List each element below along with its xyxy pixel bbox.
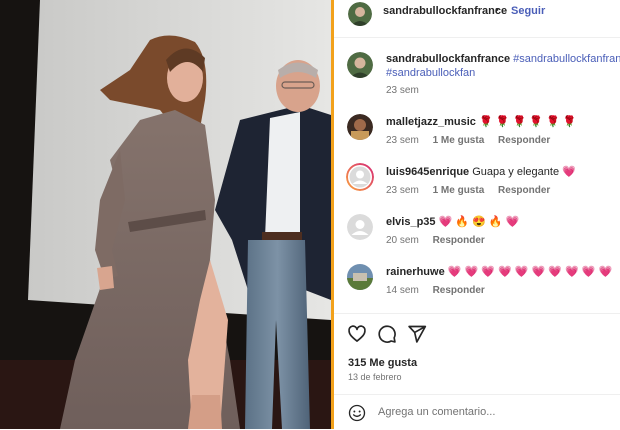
commenter-avatar[interactable]	[347, 214, 373, 240]
comment-meta: 20 sem Responder	[386, 235, 496, 246]
post-actions: 315 Me gusta	[334, 313, 620, 374]
commenter-avatar[interactable]	[347, 264, 373, 290]
comment-text: Guapa y elegante 💗	[472, 166, 576, 178]
comment-username[interactable]: luis9645enrique	[386, 166, 469, 178]
reply-button[interactable]: Responder	[433, 285, 485, 296]
reply-button[interactable]: Responder	[498, 185, 550, 196]
add-comment-bar: Agrega un comentario...	[334, 394, 620, 430]
share-send-icon[interactable]	[407, 324, 427, 344]
comment-line: rainerhuwe 💗 💗 💗 💗 💗 💗 💗 💗 💗 💗	[386, 266, 612, 279]
commenter-avatar[interactable]	[346, 163, 374, 191]
caption-line-2: #sandrabullockfan	[386, 67, 475, 80]
follow-button[interactable]: Seguir	[511, 5, 545, 17]
comment-username[interactable]: malletjazz_music	[386, 116, 476, 128]
caption-hashtag[interactable]: #sandrabullockfanfrance	[513, 53, 620, 65]
post-sidebar: sandrabullockfanfrance • Seguir sandrabu…	[334, 0, 620, 429]
comment-likes[interactable]: 1 Me gusta	[433, 185, 485, 196]
comment-text: 🌹 🌹 🌹 🌹 🌹 🌹	[478, 116, 577, 128]
comment-text: 💗 🔥 😍 🔥 💗	[438, 216, 520, 228]
instagram-post-view: sandrabullockfanfrance • Seguir sandrabu…	[0, 0, 620, 429]
post-header: sandrabullockfanfrance • Seguir	[334, 0, 620, 38]
comment-line: luis9645enrique Guapa y elegante 💗	[386, 166, 576, 179]
comment-username[interactable]: elvis_p35	[386, 216, 436, 228]
comment-username[interactable]: rainerhuwe	[386, 266, 445, 278]
header-separator: •	[495, 4, 499, 16]
comment-time[interactable]: 23 sem	[386, 135, 419, 146]
comment-time[interactable]: 20 sem	[386, 235, 419, 246]
caption-time[interactable]: 23 sem	[386, 85, 419, 96]
comment-line: malletjazz_music 🌹 🌹 🌹 🌹 🌹 🌹	[386, 116, 576, 129]
comment-line: elvis_p35 💗 🔥 😍 🔥 💗	[386, 216, 519, 229]
author-avatar[interactable]	[348, 2, 372, 26]
comment-meta: 14 sem Responder	[386, 285, 496, 296]
photo-illustration	[0, 0, 331, 429]
emoji-icon[interactable]	[348, 404, 366, 422]
comment-meta: 23 sem 1 Me gusta Responder	[386, 185, 561, 196]
caption-username[interactable]: sandrabullockfanfrance	[386, 53, 510, 65]
caption-hashtag-2[interactable]: #sandrabullockfan	[386, 67, 475, 79]
reply-button[interactable]: Responder	[498, 135, 550, 146]
comment-bubble-icon[interactable]	[377, 324, 397, 344]
like-heart-icon[interactable]	[347, 324, 367, 344]
comment-text: 💗 💗 💗 💗 💗 💗 💗 💗 💗 💗	[447, 266, 613, 278]
post-photo[interactable]	[0, 0, 331, 429]
commenter-avatar[interactable]	[347, 114, 373, 140]
likes-count[interactable]: 315 Me gusta	[348, 357, 417, 369]
caption-meta: 23 sem	[386, 85, 430, 96]
reply-button[interactable]: Responder	[433, 235, 485, 246]
author-username[interactable]: sandrabullockfanfrance	[383, 5, 507, 17]
post-date[interactable]: 13 de febrero	[348, 372, 402, 382]
comment-meta: 23 sem 1 Me gusta Responder	[386, 135, 561, 146]
comment-time[interactable]: 23 sem	[386, 185, 419, 196]
caption-line-1: sandrabullockfanfrance #sandrabullockfan…	[386, 53, 620, 66]
comment-likes[interactable]: 1 Me gusta	[433, 135, 485, 146]
caption-author-avatar[interactable]	[347, 52, 373, 78]
comment-time[interactable]: 14 sem	[386, 285, 419, 296]
add-comment-input[interactable]: Agrega un comentario...	[378, 406, 495, 418]
